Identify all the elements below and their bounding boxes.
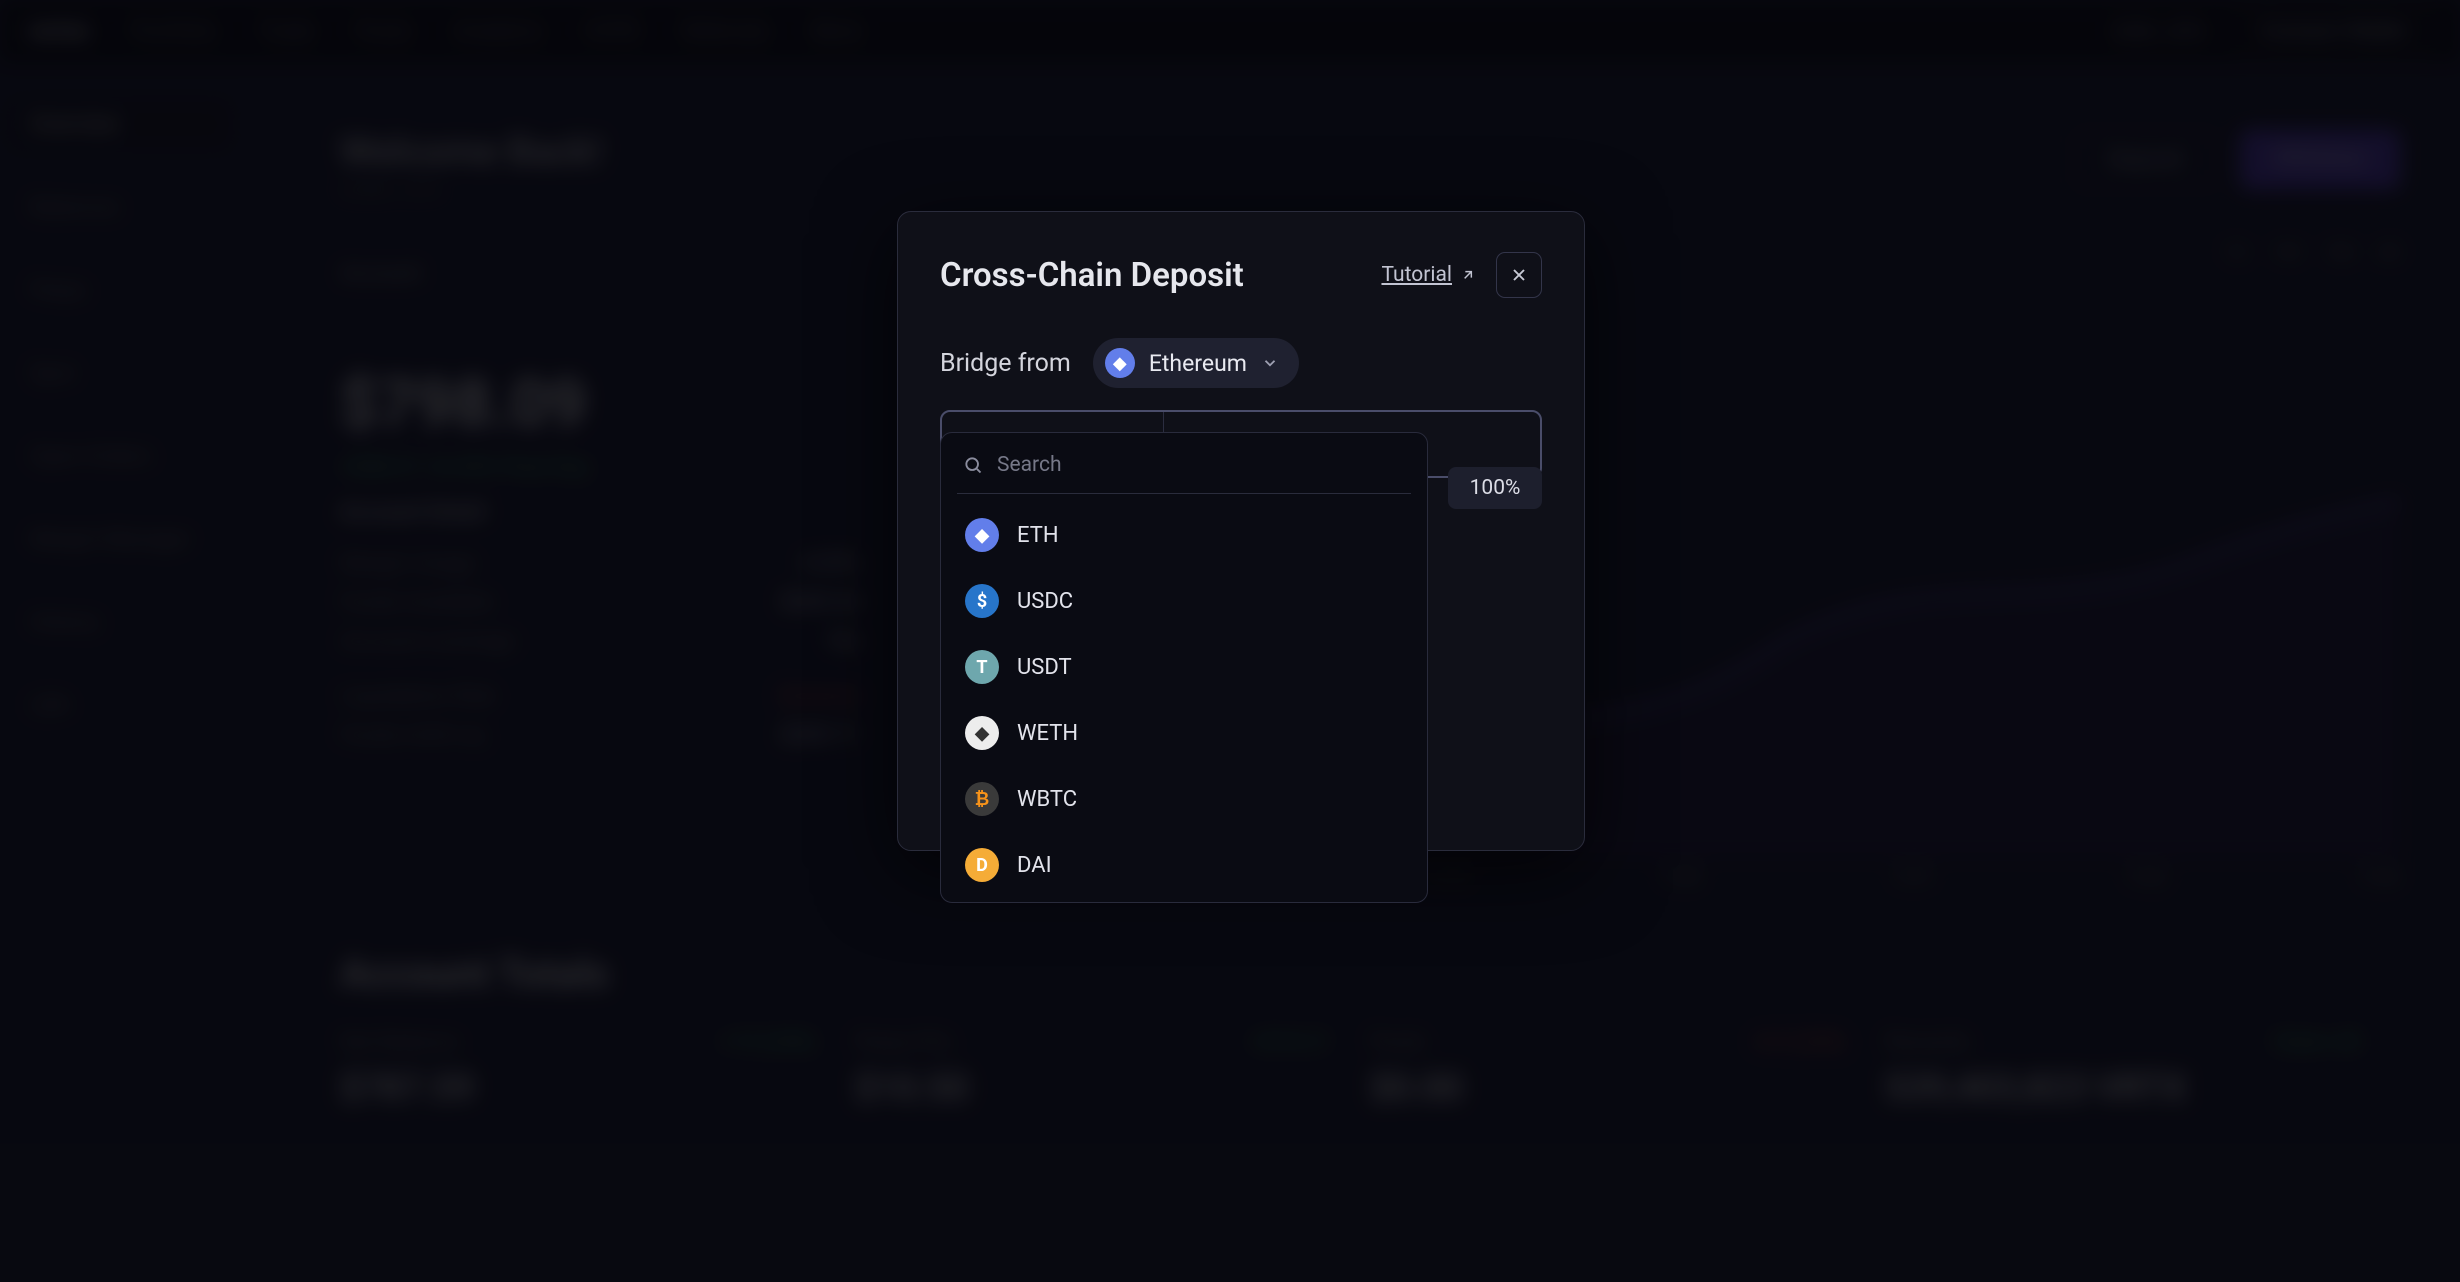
- asset-dropdown: ◆ ETH $ USDC T USDT ◆ WETH ₿ WBTC D DAI: [940, 432, 1428, 903]
- asset-search-input[interactable]: [997, 453, 1405, 477]
- asset-option-usdt[interactable]: T USDT: [957, 634, 1411, 700]
- close-icon: [1509, 265, 1529, 285]
- asset-option-label: DAI: [1017, 853, 1052, 878]
- weth-icon: ◆: [965, 716, 999, 750]
- usdt-icon: T: [965, 650, 999, 684]
- tutorial-label: Tutorial: [1381, 263, 1452, 287]
- asset-option-dai[interactable]: D DAI: [957, 832, 1411, 898]
- asset-option-usdc[interactable]: $ USDC: [957, 568, 1411, 634]
- asset-option-label: ETH: [1017, 523, 1059, 548]
- dai-icon: D: [965, 848, 999, 882]
- modal-title: Cross-Chain Deposit: [940, 256, 1361, 295]
- asset-option-wbtc[interactable]: ₿ WBTC: [957, 766, 1411, 832]
- close-button[interactable]: [1496, 252, 1542, 298]
- wbtc-icon: ₿: [965, 782, 999, 816]
- asset-option-label: WETH: [1017, 721, 1078, 746]
- asset-option-label: WBTC: [1017, 787, 1077, 812]
- ethereum-icon: ◆: [1105, 348, 1135, 378]
- search-icon: [963, 455, 983, 475]
- external-link-icon: [1460, 267, 1476, 283]
- asset-option-label: USDT: [1017, 655, 1072, 680]
- cross-chain-deposit-modal: Cross-Chain Deposit Tutorial Bridge from…: [897, 211, 1585, 851]
- asset-option-label: USDC: [1017, 589, 1073, 614]
- asset-option-eth[interactable]: ◆ ETH: [957, 502, 1411, 568]
- chain-name: Ethereum: [1149, 350, 1247, 377]
- tutorial-link[interactable]: Tutorial: [1381, 263, 1476, 287]
- usdc-icon: $: [965, 584, 999, 618]
- chevron-down-icon: [1261, 354, 1279, 372]
- bridge-from-label: Bridge from: [940, 349, 1071, 378]
- eth-icon: ◆: [965, 518, 999, 552]
- asset-option-weth[interactable]: ◆ WETH: [957, 700, 1411, 766]
- pct-100-button[interactable]: 100%: [1448, 467, 1542, 509]
- chain-select[interactable]: ◆ Ethereum: [1093, 338, 1299, 388]
